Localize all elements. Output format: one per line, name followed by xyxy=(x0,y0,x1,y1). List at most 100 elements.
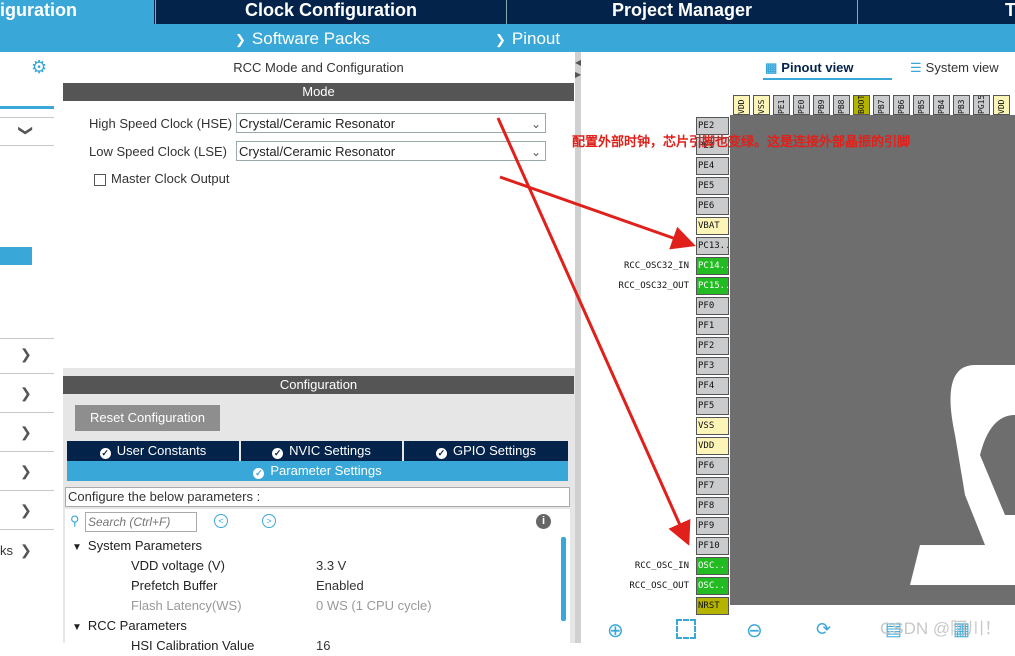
chevron-down-icon[interactable]: ❯ xyxy=(17,125,34,137)
pin[interactable]: PB5 xyxy=(913,95,930,115)
param-name: VDD voltage (V) xyxy=(131,558,225,573)
chevron-right-icon[interactable]: ❯ xyxy=(20,385,32,402)
pin[interactable]: PE0 xyxy=(793,95,810,115)
software-packs-menu[interactable]: ❯ Software Packs xyxy=(235,24,370,52)
param-value[interactable]: 16 xyxy=(316,636,330,656)
group-label: RCC Parameters xyxy=(87,618,187,633)
pin[interactable]: PC13.. xyxy=(696,237,729,255)
previous-icon[interactable]: < xyxy=(214,514,228,528)
param-value: 0 WS (1 CPU cycle) xyxy=(316,598,432,613)
watermark: CSDN @阿川！ xyxy=(880,619,1002,638)
tab-gpio-settings[interactable]: ✓ GPIO Settings xyxy=(404,441,568,461)
chevron-right-icon[interactable]: ❯ xyxy=(20,424,32,441)
pin[interactable]: PE5 xyxy=(696,177,729,195)
pin[interactable]: VDD xyxy=(993,95,1010,115)
pin[interactable]: PE4 xyxy=(696,157,729,175)
param-value[interactable]: Enabled xyxy=(316,576,364,596)
zoom-in-icon[interactable]: ⊕ xyxy=(607,618,624,643)
param-name: Flash Latency(WS) xyxy=(131,598,242,613)
scrollbar-thumb[interactable] xyxy=(561,537,566,621)
chevron-right-icon[interactable]: ❯ xyxy=(20,502,32,519)
pinout-menu[interactable]: ❯ Pinout xyxy=(495,24,560,52)
check-icon: ✓ xyxy=(99,448,111,459)
pin[interactable]: PB9 xyxy=(813,95,830,115)
pin[interactable]: VDD xyxy=(696,437,729,455)
zoom-out-icon[interactable]: ⊖ xyxy=(746,618,763,643)
pin-signal-label: RCC_OSC32_OUT xyxy=(618,281,689,291)
active-tab-underline xyxy=(763,78,892,80)
chevron-right-icon[interactable]: ❯ xyxy=(20,542,32,559)
tab-clock-configuration[interactable]: Clock Configuration xyxy=(155,0,506,24)
pin[interactable]: PC15.. xyxy=(696,277,729,295)
pin[interactable]: PF2 xyxy=(696,337,729,355)
sidebar-divider xyxy=(0,490,54,491)
chevron-right-icon[interactable]: ❯ xyxy=(20,346,32,363)
pin[interactable]: PB8 xyxy=(833,95,850,115)
next-icon[interactable]: > xyxy=(262,514,276,528)
fit-screen-icon[interactable] xyxy=(676,619,696,639)
chevron-right-icon[interactable]: ❯ xyxy=(20,463,32,480)
tab-pinout-view[interactable]: ▦ Pinout view xyxy=(765,60,854,76)
tab-label: NVIC Settings xyxy=(289,443,371,458)
tab-nvic-settings[interactable]: ✓ NVIC Settings xyxy=(241,441,402,461)
pin[interactable]: PF0 xyxy=(696,297,729,315)
tab-tools[interactable]: T xyxy=(857,0,1015,24)
pin[interactable]: OSC.. xyxy=(696,577,729,595)
mco-checkbox[interactable] xyxy=(94,174,106,186)
rotate-icon[interactable]: ⟳ xyxy=(816,619,831,640)
sidebar-divider xyxy=(0,117,54,118)
tab-system-view[interactable]: ☰ System view xyxy=(910,60,999,76)
sidebar-divider xyxy=(0,145,54,146)
pin[interactable]: VSS xyxy=(696,417,729,435)
pin-signal-label: RCC_OSC_IN xyxy=(634,561,689,571)
check-icon: ✓ xyxy=(272,448,284,459)
pin-signal-label: RCC_OSC_OUT xyxy=(629,581,689,591)
configure-hint: Configure the below parameters : xyxy=(65,487,570,507)
sidebar-divider xyxy=(0,412,54,413)
info-icon[interactable]: i xyxy=(536,514,551,529)
pin[interactable]: PF6 xyxy=(696,457,729,475)
pin[interactable]: VDD xyxy=(733,95,750,115)
sidebar-accent-line xyxy=(0,106,54,109)
reset-configuration-button[interactable]: Reset Configuration xyxy=(75,405,220,431)
pin[interactable]: PF10 xyxy=(696,537,729,555)
hse-select[interactable]: Crystal/Ceramic Resonator ⌄ xyxy=(236,113,546,133)
pin[interactable]: PF7 xyxy=(696,477,729,495)
pin[interactable]: BOOT0 xyxy=(853,95,870,115)
pin[interactable]: PF5 xyxy=(696,397,729,415)
pin[interactable]: PF1 xyxy=(696,317,729,335)
sidebar-divider xyxy=(0,529,54,530)
tab-user-constants[interactable]: ✓ User Constants xyxy=(67,441,239,461)
lse-select[interactable]: Crystal/Ceramic Resonator ⌄ xyxy=(236,141,546,161)
tab-label: Parameter Settings xyxy=(270,463,382,478)
pin[interactable]: PC14.. xyxy=(696,257,729,275)
pin[interactable]: OSC.. xyxy=(696,557,729,575)
tab-label: Pinout view xyxy=(781,60,854,75)
param-value[interactable]: 3.3 V xyxy=(316,556,346,576)
pin[interactable]: PE1 xyxy=(773,95,790,115)
pin[interactable]: PB7 xyxy=(873,95,890,115)
tab-project-manager[interactable]: Project Manager xyxy=(506,0,857,24)
search-input[interactable] xyxy=(85,512,197,532)
pin[interactable]: VBAT xyxy=(696,217,729,235)
panel-title: RCC Mode and Configuration xyxy=(233,60,404,75)
pin[interactable]: PE6 xyxy=(696,197,729,215)
sidebar-item-label: ks xyxy=(0,543,13,558)
gear-icon[interactable]: ⚙ xyxy=(31,57,47,78)
pin[interactable]: PF9 xyxy=(696,517,729,535)
sidebar-selected-item[interactable] xyxy=(0,247,32,265)
pin[interactable]: NRST xyxy=(696,597,729,615)
group-rcc-parameters[interactable]: ▼ RCC Parameters xyxy=(72,616,187,636)
pin[interactable]: PB3 xyxy=(953,95,970,115)
pin[interactable]: PF8 xyxy=(696,497,729,515)
pin[interactable]: PF3 xyxy=(696,357,729,375)
pin[interactable]: PB6 xyxy=(893,95,910,115)
group-system-parameters[interactable]: ▼ System Parameters xyxy=(72,536,202,556)
tab-parameter-settings[interactable]: ✓ Parameter Settings xyxy=(67,461,568,481)
pin[interactable]: PG15 xyxy=(973,95,990,115)
pin[interactable]: VSS xyxy=(753,95,770,115)
pin[interactable]: PB4 xyxy=(933,95,950,115)
tab-pinout-configuration[interactable]: iguration xyxy=(0,0,154,24)
sidebar-item-middleware[interactable]: ks xyxy=(0,543,13,558)
pin[interactable]: PF4 xyxy=(696,377,729,395)
